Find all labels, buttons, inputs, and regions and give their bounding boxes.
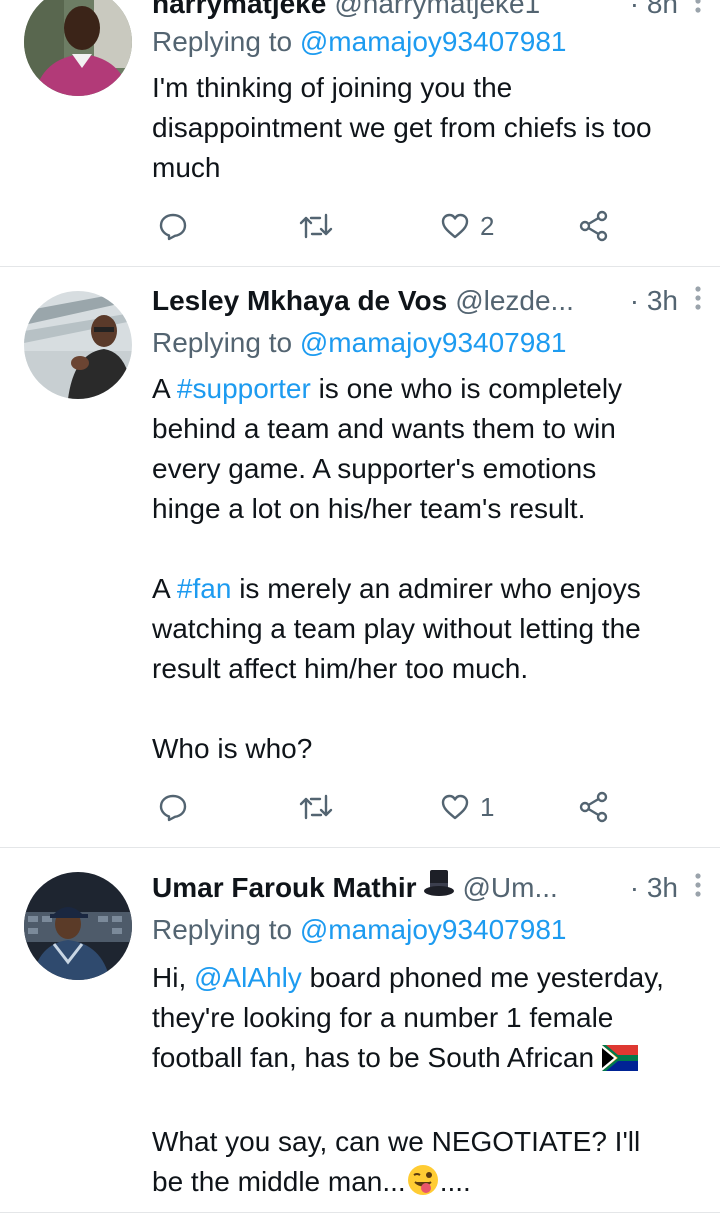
replying-to-mention[interactable]: @mamajoy93407981 bbox=[300, 327, 567, 358]
replying-prefix: Replying to bbox=[152, 914, 300, 945]
more-options-icon[interactable] bbox=[688, 0, 708, 20]
text-fragment: is merely an admirer who enjoys bbox=[231, 573, 641, 604]
tweet-text-line: A #fan is merely an admirer who enjoys bbox=[152, 569, 708, 609]
tweet-header: harrymatjeke @harrymatjeke1 · 8h bbox=[152, 0, 708, 24]
retweet-icon bbox=[299, 213, 333, 239]
more-options-icon[interactable] bbox=[688, 285, 708, 317]
tweet-text-line: A #supporter is one who is completely bbox=[152, 369, 708, 409]
replying-to: Replying to @mamajoy93407981 bbox=[152, 910, 566, 950]
winking-tongue-face-emoji bbox=[406, 1163, 440, 1208]
display-name[interactable]: Lesley Mkhaya de Vos bbox=[152, 281, 447, 321]
tweet-text-line: I'm thinking of joining you the bbox=[152, 72, 513, 103]
replying-to: Replying to @mamajoy93407981 bbox=[152, 323, 566, 363]
text-fragment: board phoned me yesterday, bbox=[301, 962, 664, 993]
like-count: 2 bbox=[480, 210, 495, 241]
share-icon bbox=[579, 791, 608, 823]
like-count: 1 bbox=[480, 791, 495, 822]
heart-icon bbox=[441, 794, 469, 820]
tweet-text-line: every game. A supporter's emotions bbox=[152, 453, 597, 484]
replying-prefix: Replying to bbox=[152, 26, 300, 57]
share-button[interactable] bbox=[578, 206, 610, 246]
tweet-actions: 2 bbox=[152, 206, 622, 246]
tweet-text-line: Who is who? bbox=[152, 733, 313, 764]
replying-to-mention[interactable]: @mamajoy93407981 bbox=[300, 26, 567, 57]
text-fragment: A bbox=[152, 373, 177, 404]
timestamp[interactable]: · 3h bbox=[630, 868, 688, 908]
share-button[interactable] bbox=[578, 787, 610, 827]
top-hat-emoji bbox=[423, 868, 455, 909]
display-name[interactable]: Umar Farouk Mathir bbox=[152, 868, 417, 908]
tweet-text: Hi, @AlAhly board phoned me yesterday, t… bbox=[152, 958, 708, 1208]
text-fragment: A bbox=[152, 573, 177, 604]
tweet-header: Lesley Mkhaya de Vos @lezde... · 3h bbox=[152, 281, 708, 321]
mention-alahly[interactable]: @AlAhly bbox=[194, 962, 302, 993]
tweet-text-line: Hi, @AlAhly board phoned me yesterday, bbox=[152, 958, 708, 998]
timestamp[interactable]: · 3h bbox=[630, 281, 688, 321]
tweet-text-line: be the middle man....... bbox=[152, 1162, 708, 1208]
reply-icon bbox=[159, 213, 187, 241]
timestamp[interactable]: · 8h bbox=[630, 0, 688, 24]
share-icon bbox=[579, 210, 608, 242]
avatar-lesley[interactable] bbox=[24, 291, 132, 399]
tweet-text: A #supporter is one who is completely be… bbox=[152, 369, 708, 769]
tweet-text-line: much bbox=[152, 152, 221, 183]
tweet-text-line: football fan, has to be South African bbox=[152, 1038, 708, 1082]
like-button[interactable]: 2 bbox=[440, 206, 494, 246]
reply-icon bbox=[159, 794, 187, 822]
tweet-text-line: What you say, can we NEGOTIATE? I'll bbox=[152, 1126, 641, 1157]
tweet-text-line: result affect him/her too much. bbox=[152, 653, 529, 684]
user-handle[interactable]: @Um... bbox=[463, 868, 558, 908]
avatar-harrymatjeke[interactable] bbox=[24, 0, 132, 96]
like-button[interactable]: 1 bbox=[440, 787, 494, 827]
user-handle[interactable]: @lezde... bbox=[455, 281, 574, 321]
retweet-button[interactable] bbox=[298, 787, 334, 827]
text-fragment: .... bbox=[439, 1166, 471, 1197]
retweet-icon bbox=[299, 794, 333, 820]
user-handle[interactable]: @harrymatjeke1 bbox=[334, 0, 540, 24]
tweet-3[interactable]: Umar Farouk Mathir @Um... · 3h Replying … bbox=[0, 848, 720, 1223]
tweet-text: I'm thinking of joining you the disappoi… bbox=[152, 68, 708, 188]
tweet-text-line: disappointment we get from chiefs is too bbox=[152, 112, 652, 143]
hashtag-fan[interactable]: #fan bbox=[177, 573, 232, 604]
tweet-2[interactable]: Lesley Mkhaya de Vos @lezde... · 3h Repl… bbox=[0, 267, 720, 847]
tweet-text-line: watching a team play without letting the bbox=[152, 613, 641, 644]
tweet-text-line: they're looking for a number 1 female bbox=[152, 1002, 614, 1033]
south-africa-flag-emoji bbox=[601, 1042, 638, 1082]
replying-to-mention[interactable]: @mamajoy93407981 bbox=[300, 914, 567, 945]
text-fragment: be the middle man... bbox=[152, 1166, 406, 1197]
text-fragment: is one who is completely bbox=[310, 373, 623, 404]
reply-button[interactable] bbox=[158, 206, 188, 246]
text-fragment: Hi, bbox=[152, 962, 194, 993]
retweet-button[interactable] bbox=[298, 206, 334, 246]
more-options-icon[interactable] bbox=[688, 872, 708, 904]
replying-prefix: Replying to bbox=[152, 327, 300, 358]
tweet-divider bbox=[0, 1212, 720, 1213]
tweet-header: Umar Farouk Mathir @Um... · 3h bbox=[152, 868, 708, 908]
display-name[interactable]: harrymatjeke bbox=[152, 0, 326, 24]
hashtag-supporter[interactable]: #supporter bbox=[177, 373, 311, 404]
avatar-umar[interactable] bbox=[24, 872, 132, 980]
replying-to: Replying to @mamajoy93407981 bbox=[152, 22, 566, 62]
text-fragment: football fan, has to be South African bbox=[152, 1042, 595, 1073]
tweet-actions: 1 bbox=[152, 787, 622, 827]
tweet-text-line: hinge a lot on his/her team's result. bbox=[152, 493, 586, 524]
tweet-1[interactable]: harrymatjeke @harrymatjeke1 · 8h Replyin… bbox=[0, 0, 720, 266]
tweet-text-line: behind a team and wants them to win bbox=[152, 413, 616, 444]
heart-icon bbox=[441, 213, 469, 239]
reply-button[interactable] bbox=[158, 787, 188, 827]
